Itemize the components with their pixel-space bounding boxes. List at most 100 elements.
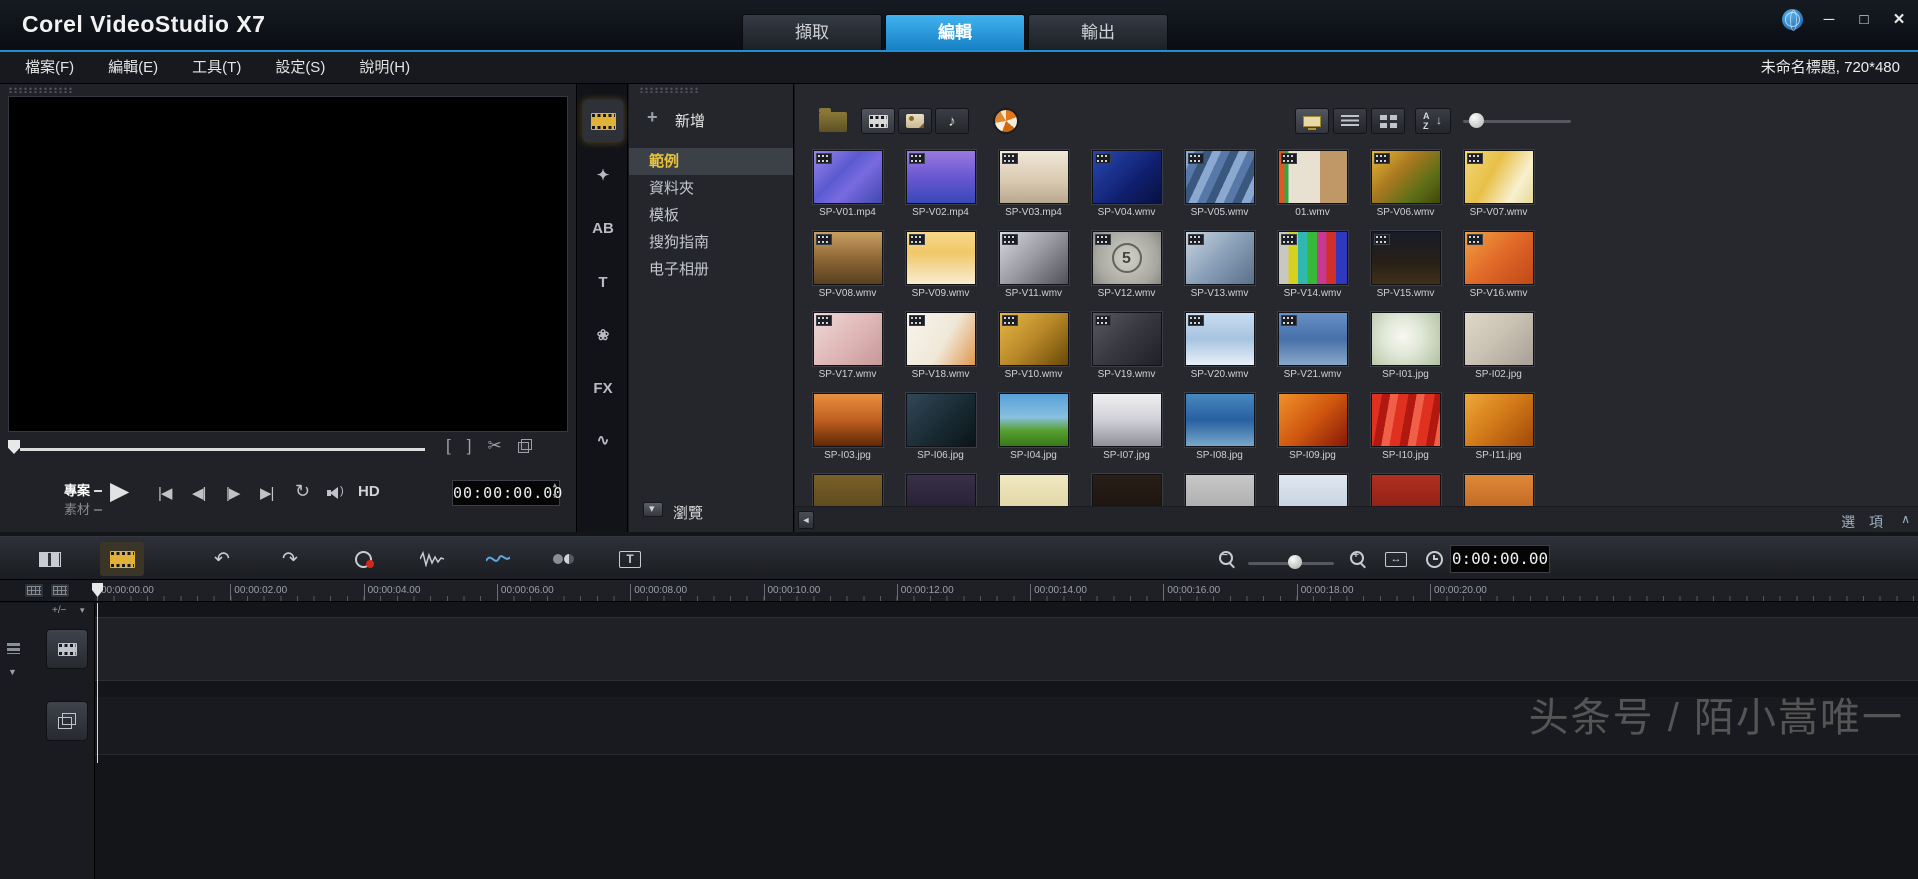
add-media-button[interactable]: + 新增 [629, 106, 793, 134]
rail-motion-path-button[interactable]: ∿ [583, 419, 623, 461]
media-item[interactable] [801, 472, 894, 506]
view-list-button[interactable] [1333, 108, 1367, 134]
thumbnail-zoom-handle[interactable] [1469, 113, 1484, 128]
media-item[interactable]: SP-V10.wmv [987, 310, 1080, 391]
video-track-lane[interactable] [95, 617, 1918, 681]
media-item[interactable]: SP-I03.jpg [801, 391, 894, 472]
media-item[interactable]: SP-V13.wmv [1173, 229, 1266, 310]
media-item[interactable]: SP-I01.jpg [1359, 310, 1452, 391]
menu-help[interactable]: 說明(H) [342, 52, 427, 83]
tab-output[interactable]: 輸出 [1028, 14, 1168, 50]
media-item[interactable] [1080, 472, 1173, 506]
media-item[interactable]: SP-V05.wmv [1173, 148, 1266, 229]
sort-button[interactable]: A Z ↓ [1415, 108, 1451, 134]
subtitle-editor-button[interactable]: T [608, 542, 652, 576]
media-item[interactable]: 5SP-V12.wmv [1080, 229, 1173, 310]
library-folder-3[interactable]: 模板 [629, 202, 793, 229]
rail-media-button[interactable] [583, 100, 623, 142]
rail-filter-button[interactable]: FX [583, 367, 623, 409]
track-tools-dropdown dropdown-icon[interactable]: ▾ [80, 605, 85, 616]
library-folder-4[interactable]: 搜狗指南 [629, 229, 793, 256]
zoom-out-button[interactable]: − [1205, 542, 1249, 576]
menu-file[interactable]: 檔案(F) [8, 52, 91, 83]
filter-audio-button[interactable]: ♪ [935, 108, 969, 134]
play-button[interactable]: ▶ [110, 476, 129, 506]
media-item[interactable] [1359, 472, 1452, 506]
media-item[interactable]: SP-I08.jpg [1173, 391, 1266, 472]
media-item[interactable]: SP-V16.wmv [1452, 229, 1545, 310]
preview-timecode[interactable]: 00:00:00.00▲▼ [452, 480, 560, 506]
rail-instant-project-button[interactable]: ✦ [583, 154, 623, 196]
record-capture-button[interactable] [342, 542, 386, 576]
media-item[interactable]: SP-V15.wmv [1359, 229, 1452, 310]
media-item[interactable]: SP-I07.jpg [1080, 391, 1173, 472]
maximize-button[interactable]: □ [1855, 10, 1873, 30]
rail-transition-button[interactable]: AB [583, 207, 623, 249]
ripple-edit-button[interactable] [542, 542, 586, 576]
media-item[interactable]: SP-V07.wmv [1452, 148, 1545, 229]
media-item[interactable] [1266, 472, 1359, 506]
menu-settings[interactable]: 設定(S) [258, 52, 342, 83]
media-item[interactable]: SP-V19.wmv [1080, 310, 1173, 391]
library-folder-2[interactable]: 資料夾 [629, 175, 793, 202]
next-frame-button[interactable]: |▶ [226, 484, 239, 502]
sound-mixer-button[interactable] [410, 542, 454, 576]
color-wheel-button[interactable] [993, 108, 1019, 134]
close-button[interactable]: × [1890, 10, 1908, 30]
browse-button[interactable]: 瀏覽 [629, 498, 793, 524]
globe-icon[interactable] [1782, 9, 1803, 30]
media-item[interactable] [1452, 472, 1545, 506]
media-item[interactable]: SP-V21.wmv [1266, 310, 1359, 391]
media-item[interactable]: SP-V18.wmv [894, 310, 987, 391]
rail-title-button[interactable]: T [583, 261, 623, 303]
chevron-down-icon[interactable]: ▼ [8, 667, 17, 677]
scrubber-track[interactable] [20, 448, 425, 451]
media-item[interactable]: SP-V14.wmv [1266, 229, 1359, 310]
media-item[interactable]: SP-I11.jpg [1452, 391, 1545, 472]
hd-toggle[interactable]: HD [358, 483, 380, 500]
import-folder-button folder-icon[interactable] [819, 112, 847, 132]
media-item[interactable]: SP-V04.wmv [1080, 148, 1173, 229]
filter-videos-button[interactable] [861, 108, 895, 134]
rail-graphic-button[interactable]: ❀ [583, 314, 623, 356]
media-item[interactable]: SP-V17.wmv [801, 310, 894, 391]
media-item[interactable]: SP-I06.jpg [894, 391, 987, 472]
media-item[interactable]: SP-V02.mp4 [894, 148, 987, 229]
scroll-left-button[interactable]: ◄ [798, 511, 814, 529]
media-item[interactable] [987, 472, 1080, 506]
previous-frame-button[interactable]: ◀| [192, 484, 205, 502]
options-collapse-chevron chevron-up-icon[interactable]: ∧ [1901, 512, 1910, 526]
media-item[interactable]: SP-I09.jpg [1266, 391, 1359, 472]
view-thumbnail-button[interactable] [1295, 108, 1329, 134]
media-item[interactable]: SP-V08.wmv [801, 229, 894, 310]
playhead-line[interactable] [97, 603, 98, 763]
storyboard-view-button[interactable] [28, 542, 72, 576]
media-item[interactable]: 01.wmv [1266, 148, 1359, 229]
video-track-button[interactable] [46, 629, 88, 669]
media-item[interactable]: SP-I04.jpg [987, 391, 1080, 472]
minimize-button[interactable]: ─ [1820, 10, 1838, 30]
mark-out-button[interactable]: ] [467, 436, 472, 456]
media-item[interactable]: SP-V20.wmv [1173, 310, 1266, 391]
mark-in-button[interactable]: [ [446, 436, 451, 456]
redo-button[interactable]: ↷ [268, 542, 312, 576]
go-end-button[interactable]: ▶| [260, 484, 273, 502]
timeline-view-button[interactable] [100, 542, 144, 576]
media-item[interactable]: SP-V03.mp4 [987, 148, 1080, 229]
media-item[interactable] [1173, 472, 1266, 506]
timecode-spinner[interactable]: ▲▼ [553, 482, 558, 504]
filter-photos-button[interactable] [898, 108, 932, 134]
track-tools[interactable]: +/− [52, 605, 66, 616]
view-grid-button[interactable] [1371, 108, 1405, 134]
tab-edit[interactable]: 編輯 [885, 14, 1025, 50]
project-mode-toggle[interactable]: 專案 [56, 480, 102, 499]
undo-button[interactable]: ↶ [200, 542, 244, 576]
tab-capture[interactable]: 擷取 [742, 14, 882, 50]
overlay-track-button[interactable] [46, 701, 88, 741]
timeline-timecode[interactable]: 0:00:00.00 [1450, 545, 1550, 573]
track-view-button-2[interactable] [50, 583, 70, 598]
split-clip-scissors-button[interactable]: ✂ [487, 436, 501, 456]
media-item[interactable]: SP-I02.jpg [1452, 310, 1545, 391]
enlarge-preview-button[interactable] [518, 439, 532, 453]
volume-button speaker-icon[interactable]: ) [327, 485, 349, 501]
